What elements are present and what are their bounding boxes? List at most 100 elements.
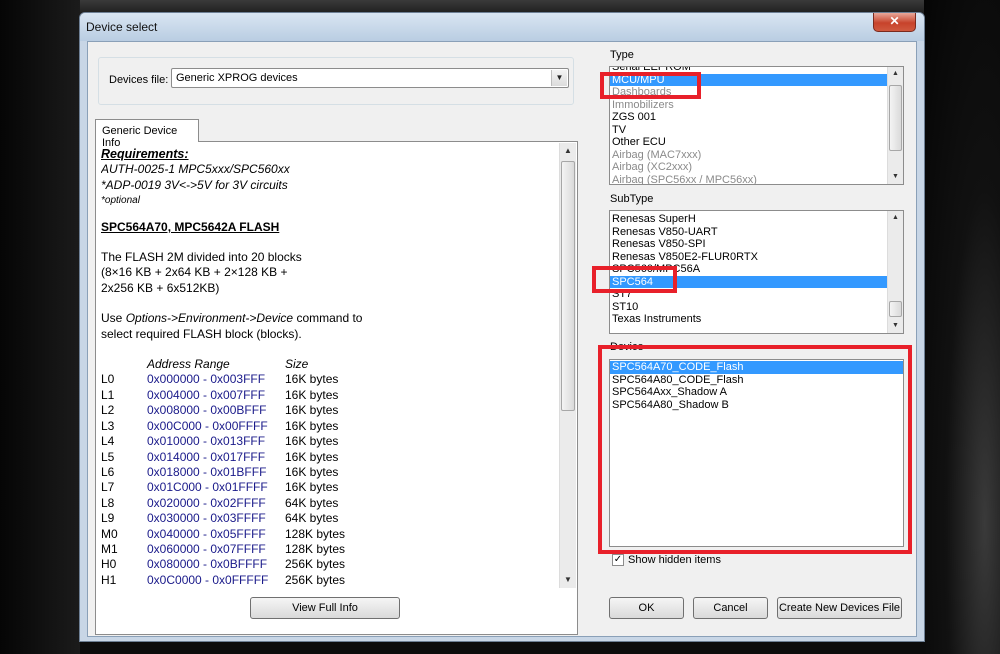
scroll-thumb[interactable] xyxy=(889,85,902,151)
block-row: L1 0x004000 - 0x007FFF 16K bytes xyxy=(101,388,563,403)
block-row: L2 0x008000 - 0x00BFFF 16K bytes xyxy=(101,403,563,418)
header-spacer xyxy=(101,357,147,372)
block-size: 16K bytes xyxy=(285,387,339,402)
view-full-info-button[interactable]: View Full Info xyxy=(250,597,400,619)
show-hidden-checkbox[interactable]: ✓ xyxy=(612,554,624,566)
scroll-down-icon[interactable]: ▼ xyxy=(888,319,903,333)
subtype-scrollbar[interactable]: ▲ ▼ xyxy=(887,211,903,333)
device-select-window: Device select ✕ Devices file: Generic XP… xyxy=(79,12,925,642)
highlight-mcu-mpu xyxy=(600,72,701,99)
ok-button[interactable]: OK xyxy=(609,597,684,619)
block-range: 0x000000 - 0x003FFF xyxy=(147,372,266,387)
block-range: 0x030000 - 0x03FFFF xyxy=(147,511,266,526)
block-row: M1 0x060000 - 0x07FFFF 128K bytes xyxy=(101,542,563,557)
block-name: M1 xyxy=(101,541,118,556)
device-info-text: Requirements: AUTH-0025-1 MPC5xxx/SPC560… xyxy=(101,147,563,588)
usage-text: command to xyxy=(293,311,363,326)
create-devices-file-button[interactable]: Create New Devices File xyxy=(777,597,902,619)
device-info-panel: Requirements: AUTH-0025-1 MPC5xxx/SPC560… xyxy=(95,141,578,635)
close-icon: ✕ xyxy=(889,14,900,28)
block-name: H1 xyxy=(101,572,117,587)
background-left xyxy=(0,0,80,654)
usage-text: Use xyxy=(101,311,126,326)
block-name: L9 xyxy=(101,511,115,526)
block-row: L9 0x030000 - 0x03FFFF 64K bytes xyxy=(101,511,563,526)
background-right xyxy=(924,0,1000,654)
scroll-down-icon[interactable]: ▼ xyxy=(888,170,903,184)
header-address-range: Address Range xyxy=(147,357,230,372)
title-bar[interactable]: Device select ✕ xyxy=(80,13,924,41)
block-name: L6 xyxy=(101,464,115,479)
type-list-item[interactable]: Immobilizers xyxy=(610,99,888,112)
optional-note: *optional xyxy=(101,195,140,207)
block-size: 16K bytes xyxy=(285,464,339,479)
dropdown-arrow-icon[interactable]: ▼ xyxy=(551,70,567,86)
type-list-item[interactable]: ZGS 001 xyxy=(610,111,888,124)
devices-file-label: Devices file: xyxy=(109,74,169,86)
block-range: 0x01C000 - 0x01FFFF xyxy=(147,480,268,495)
type-list-item[interactable]: TV xyxy=(610,124,888,137)
type-list-item[interactable]: Other ECU xyxy=(610,136,888,149)
block-name: L8 xyxy=(101,495,115,510)
block-range: 0x040000 - 0x05FFFF xyxy=(147,526,266,541)
block-row: H1 0x0C0000 - 0x0FFFFF 256K bytes xyxy=(101,573,563,588)
show-hidden-label[interactable]: Show hidden items xyxy=(628,554,721,566)
block-name: L0 xyxy=(101,372,115,387)
cancel-button[interactable]: Cancel xyxy=(693,597,768,619)
type-list-item[interactable]: Airbag (SPC56xx / MPC56xx) xyxy=(610,174,888,185)
block-size: 16K bytes xyxy=(285,403,339,418)
devices-file-dropdown[interactable]: Generic XPROG devices ▼ xyxy=(171,68,569,88)
block-range: 0x008000 - 0x00BFFF xyxy=(147,403,267,418)
usage-line: Use Options->Environment->Device command… xyxy=(101,311,563,326)
scroll-thumb[interactable] xyxy=(561,161,575,411)
description-line: (8×16 KB + 2x64 KB + 2×128 KB + xyxy=(101,265,288,280)
block-size: 16K bytes xyxy=(285,418,339,433)
type-list-item[interactable]: Airbag (MAC7xxx) xyxy=(610,149,888,162)
usage-menu-path: Options->Environment->Device xyxy=(125,311,294,326)
usage-line: select required FLASH block (blocks). xyxy=(101,326,302,341)
block-range: 0x020000 - 0x02FFFF xyxy=(147,495,266,510)
block-row: L7 0x01C000 - 0x01FFFF 16K bytes xyxy=(101,480,563,495)
block-name: L3 xyxy=(101,418,115,433)
subtype-label: SubType xyxy=(610,193,654,205)
block-range: 0x060000 - 0x07FFFF xyxy=(147,541,266,556)
close-button[interactable]: ✕ xyxy=(873,13,916,32)
subtype-list-item[interactable]: Renesas SuperH xyxy=(610,213,888,226)
block-range: 0x014000 - 0x017FFF xyxy=(147,449,266,464)
block-range: 0x004000 - 0x007FFF xyxy=(147,387,266,402)
block-size: 256K bytes xyxy=(285,572,346,587)
block-name: L7 xyxy=(101,480,115,495)
block-size: 256K bytes xyxy=(285,557,346,572)
block-size: 128K bytes xyxy=(285,541,346,556)
block-row: L5 0x014000 - 0x017FFF 16K bytes xyxy=(101,450,563,465)
block-row: L3 0x00C000 - 0x00FFFF 16K bytes xyxy=(101,419,563,434)
block-row: H0 0x080000 - 0x0BFFFF 256K bytes xyxy=(101,557,563,572)
scroll-thumb[interactable] xyxy=(889,301,902,317)
subtype-list-item[interactable]: Renesas V850E2-FLUR0RTX xyxy=(610,251,888,264)
block-table-header: Address Range Size xyxy=(101,357,563,372)
block-range: 0x010000 - 0x013FFF xyxy=(147,434,266,449)
block-size: 64K bytes xyxy=(285,511,339,526)
block-range: 0x080000 - 0x0BFFFF xyxy=(147,557,268,572)
type-label: Type xyxy=(610,49,634,61)
type-scrollbar[interactable]: ▲ ▼ xyxy=(887,67,903,184)
block-name: M0 xyxy=(101,526,118,541)
block-size: 64K bytes xyxy=(285,495,339,510)
subtype-list-item[interactable]: Texas Instruments xyxy=(610,313,888,326)
subtype-list-item[interactable]: ST10 xyxy=(610,301,888,314)
flash-title: SPC564A70, MPC5642A FLASH xyxy=(101,219,280,234)
type-list-item[interactable]: Airbag (XC2xxx) xyxy=(610,161,888,174)
tab-generic-device-info[interactable]: Generic Device Info xyxy=(95,119,199,149)
block-table: L0 0x000000 - 0x003FFF 16K bytes L1 0x004000… xyxy=(101,372,563,588)
scroll-up-icon[interactable]: ▲ xyxy=(888,211,903,225)
scroll-down-icon[interactable]: ▼ xyxy=(560,572,576,588)
requirements-title: Requirements: xyxy=(101,147,189,161)
requirement-line: *ADP-0019 3V<->5V for 3V circuits xyxy=(101,177,288,192)
block-row: L8 0x020000 - 0x02FFFF 64K bytes xyxy=(101,496,563,511)
subtype-list-item[interactable]: Renesas V850-UART xyxy=(610,226,888,239)
scroll-up-icon[interactable]: ▲ xyxy=(560,143,576,159)
block-name: H0 xyxy=(101,557,117,572)
subtype-list-item[interactable]: Renesas V850-SPI xyxy=(610,238,888,251)
scroll-up-icon[interactable]: ▲ xyxy=(888,67,903,81)
info-scrollbar[interactable]: ▲ ▼ xyxy=(559,143,576,588)
